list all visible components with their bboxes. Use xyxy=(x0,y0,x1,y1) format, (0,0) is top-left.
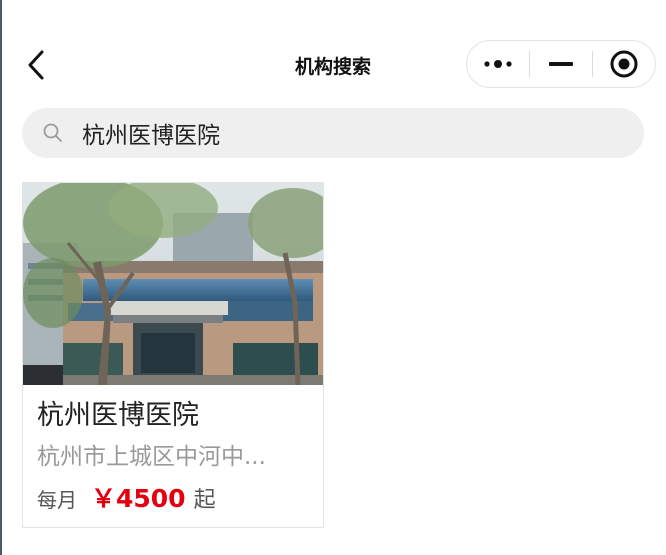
price-suffix: 起 xyxy=(193,488,216,513)
hospital-building-photo xyxy=(23,183,323,385)
search-icon xyxy=(43,123,62,142)
target-circle-icon xyxy=(610,50,638,78)
price-row: 每月 ￥4500 起 xyxy=(37,479,216,515)
price-value: ￥4500 xyxy=(91,484,186,513)
more-button[interactable] xyxy=(467,41,529,87)
search-input[interactable]: 杭州医博医院 xyxy=(22,108,644,158)
institution-name: 杭州医博医院 xyxy=(37,400,199,431)
price-prefix: 每月 xyxy=(37,488,77,512)
institution-card[interactable]: 杭州医博医院 杭州市上城区中河中... 每月 ￥4500 起 xyxy=(22,182,324,528)
mini-program-capsule xyxy=(466,40,656,88)
navigation-bar: 机构搜索 xyxy=(0,30,666,100)
close-button[interactable] xyxy=(593,41,655,87)
minimize-icon xyxy=(549,62,573,66)
minimize-button[interactable] xyxy=(530,41,592,87)
institution-address: 杭州市上城区中河中... xyxy=(37,444,266,470)
search-query-text: 杭州医博医院 xyxy=(82,123,220,149)
more-dots-icon xyxy=(484,60,512,68)
